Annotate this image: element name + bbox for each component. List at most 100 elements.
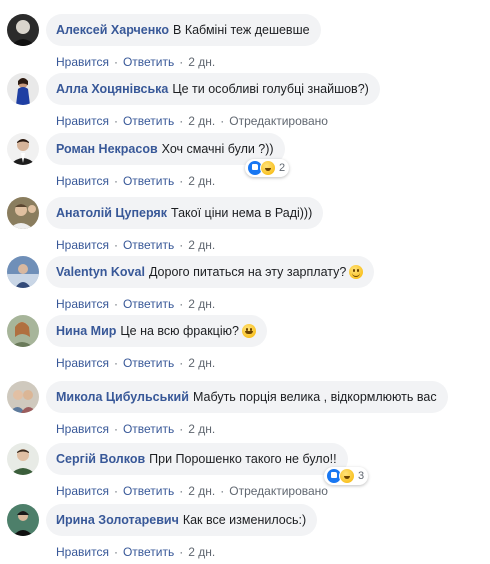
- reply-link[interactable]: Ответить: [123, 55, 174, 69]
- like-link[interactable]: Нравится: [56, 114, 109, 128]
- separator-dot: ·: [113, 174, 118, 188]
- comment-author[interactable]: Алексей Харченко: [56, 23, 169, 37]
- comment-time[interactable]: 2 дн.: [188, 174, 215, 188]
- comment-text: Це ти особливі голубці знайшов?): [172, 82, 369, 96]
- comment-text: Це на всю фракцію?: [120, 324, 239, 338]
- reply-link[interactable]: Ответить: [123, 484, 174, 498]
- separator-dot: ·: [179, 484, 184, 498]
- haha-reaction-icon: [260, 160, 276, 176]
- comment-time[interactable]: 2 дн.: [188, 55, 215, 69]
- separator-dot: ·: [113, 114, 118, 128]
- like-link[interactable]: Нравится: [56, 174, 109, 188]
- avatar[interactable]: [7, 73, 39, 105]
- comment-bubble: Алла Хоцянівська Це ти особливі голубці з…: [46, 73, 380, 105]
- comment-actions: Нравится · Ответить · 2 дн.: [56, 237, 215, 253]
- avatar[interactable]: [7, 443, 39, 475]
- comment-actions: Нравится · Ответить · 2 дн.: [56, 173, 215, 189]
- comment-actions: Нравится · Ответить · 2 дн.: [56, 54, 215, 70]
- separator-dot: ·: [179, 297, 184, 311]
- like-link[interactable]: Нравится: [56, 238, 109, 252]
- comment-bubble: Микола Цибульський Мабуть порція велика ,…: [46, 381, 448, 413]
- comment-item: Анатолій Цуперяк Такої ціни нема в Раді))…: [0, 197, 490, 257]
- edited-label: Отредактировано: [229, 114, 328, 128]
- laughing-face-icon: [241, 324, 256, 338]
- comment-actions: Нравится · Ответить · 2 дн.: [56, 421, 215, 437]
- comment-author[interactable]: Valentyn Koval: [56, 265, 145, 279]
- avatar[interactable]: [7, 197, 39, 229]
- like-link[interactable]: Нравится: [56, 484, 109, 498]
- comment-item: Нина Мир Це на всю фракцію? Нравится · Отве…: [0, 315, 490, 375]
- avatar[interactable]: [7, 381, 39, 413]
- comment-author[interactable]: Роман Некрасов: [56, 142, 158, 156]
- like-link[interactable]: Нравится: [56, 545, 109, 559]
- comment-bubble: Алексей Харченко В Кабміні теж дешевше: [46, 14, 321, 46]
- reply-link[interactable]: Ответить: [123, 174, 174, 188]
- avatar[interactable]: [7, 256, 39, 288]
- reply-link[interactable]: Ответить: [123, 238, 174, 252]
- like-link[interactable]: Нравится: [56, 356, 109, 370]
- separator-dot: ·: [179, 356, 184, 370]
- comment-time[interactable]: 2 дн.: [188, 484, 215, 498]
- reaction-summary[interactable]: 3: [324, 467, 369, 485]
- haha-reaction-icon: [339, 468, 355, 484]
- comment-author[interactable]: Анатолій Цуперяк: [56, 206, 167, 220]
- comment-author[interactable]: Сергій Волков: [56, 452, 145, 466]
- comment-bubble: Valentyn Koval Дорого питаться на эту зар…: [46, 256, 375, 288]
- comment-actions: Нравится · Ответить · 2 дн.: [56, 296, 215, 312]
- comment-time[interactable]: 2 дн.: [188, 238, 215, 252]
- separator-dot: ·: [113, 356, 118, 370]
- separator-dot: ·: [113, 484, 118, 498]
- separator-dot: ·: [179, 114, 184, 128]
- avatar[interactable]: [7, 14, 39, 46]
- comment-time[interactable]: 2 дн.: [188, 545, 215, 559]
- comment-text: В Кабміні теж дешевше: [173, 23, 310, 37]
- separator-dot: ·: [113, 297, 118, 311]
- comment-time[interactable]: 2 дн.: [188, 114, 215, 128]
- separator-dot: ·: [113, 422, 118, 436]
- comment-text: Хоч смачні були ?)): [161, 142, 274, 156]
- separator-dot: ·: [179, 55, 184, 69]
- comment-actions: Нравится · Ответить · 2 дн. · Отредактировано: [56, 113, 328, 129]
- comment-time[interactable]: 2 дн.: [188, 422, 215, 436]
- comment-time[interactable]: 2 дн.: [188, 297, 215, 311]
- comment-bubble: Ирина Золотаревич Как все изменилось:): [46, 504, 318, 536]
- like-link[interactable]: Нравится: [56, 55, 109, 69]
- separator-dot: ·: [113, 55, 118, 69]
- comment-text: При Порошенко такого не було!!: [149, 452, 337, 466]
- comment-text: Как все изменилось:): [182, 513, 307, 527]
- comment-text: Такої ціни нема в Раді))): [171, 206, 313, 220]
- comment-text: Мабуть порція велика , відкормлюють вас: [192, 390, 437, 404]
- comment-bubble: Нина Мир Це на всю фракцію?: [46, 315, 267, 347]
- comment-author[interactable]: Микола Цибульський: [56, 390, 189, 404]
- comment-actions: Нравится · Ответить · 2 дн. · Отредактировано: [56, 483, 328, 499]
- comment-author[interactable]: Нина Мир: [56, 324, 116, 338]
- separator-dot: ·: [179, 174, 184, 188]
- separator-dot: ·: [113, 545, 118, 559]
- like-link[interactable]: Нравится: [56, 297, 109, 311]
- separator-dot: ·: [179, 545, 184, 559]
- separator-dot: ·: [220, 484, 225, 498]
- reply-link[interactable]: Ответить: [123, 297, 174, 311]
- reaction-count: 2: [279, 162, 286, 174]
- comment-author[interactable]: Ирина Золотаревич: [56, 513, 179, 527]
- comment-item: Ирина Золотаревич Как все изменилось:) Нр…: [0, 504, 490, 564]
- smiling-face-icon: [349, 265, 364, 279]
- comment-item: Микола Цибульський Мабуть порція велика ,…: [0, 381, 490, 441]
- reply-link[interactable]: Ответить: [123, 356, 174, 370]
- comment-item: Роман Некрасов Хоч смачні були ?)) 2 Нрав…: [0, 133, 490, 193]
- avatar[interactable]: [7, 504, 39, 536]
- comment-actions: Нравится · Ответить · 2 дн.: [56, 544, 215, 560]
- comment-item: Valentyn Koval Дорого питаться на эту зар…: [0, 256, 490, 316]
- avatar[interactable]: [7, 315, 39, 347]
- comment-text: Дорого питаться на эту зарплату?: [148, 265, 347, 279]
- comment-time[interactable]: 2 дн.: [188, 356, 215, 370]
- comment-item: Сергій Волков При Порошенко такого не бул…: [0, 443, 490, 503]
- reply-link[interactable]: Ответить: [123, 114, 174, 128]
- reply-link[interactable]: Ответить: [123, 422, 174, 436]
- reply-link[interactable]: Ответить: [123, 545, 174, 559]
- separator-dot: ·: [113, 238, 118, 252]
- like-link[interactable]: Нравится: [56, 422, 109, 436]
- comment-author[interactable]: Алла Хоцянівська: [56, 82, 168, 96]
- reaction-summary[interactable]: 2: [245, 159, 290, 177]
- avatar[interactable]: [7, 133, 39, 165]
